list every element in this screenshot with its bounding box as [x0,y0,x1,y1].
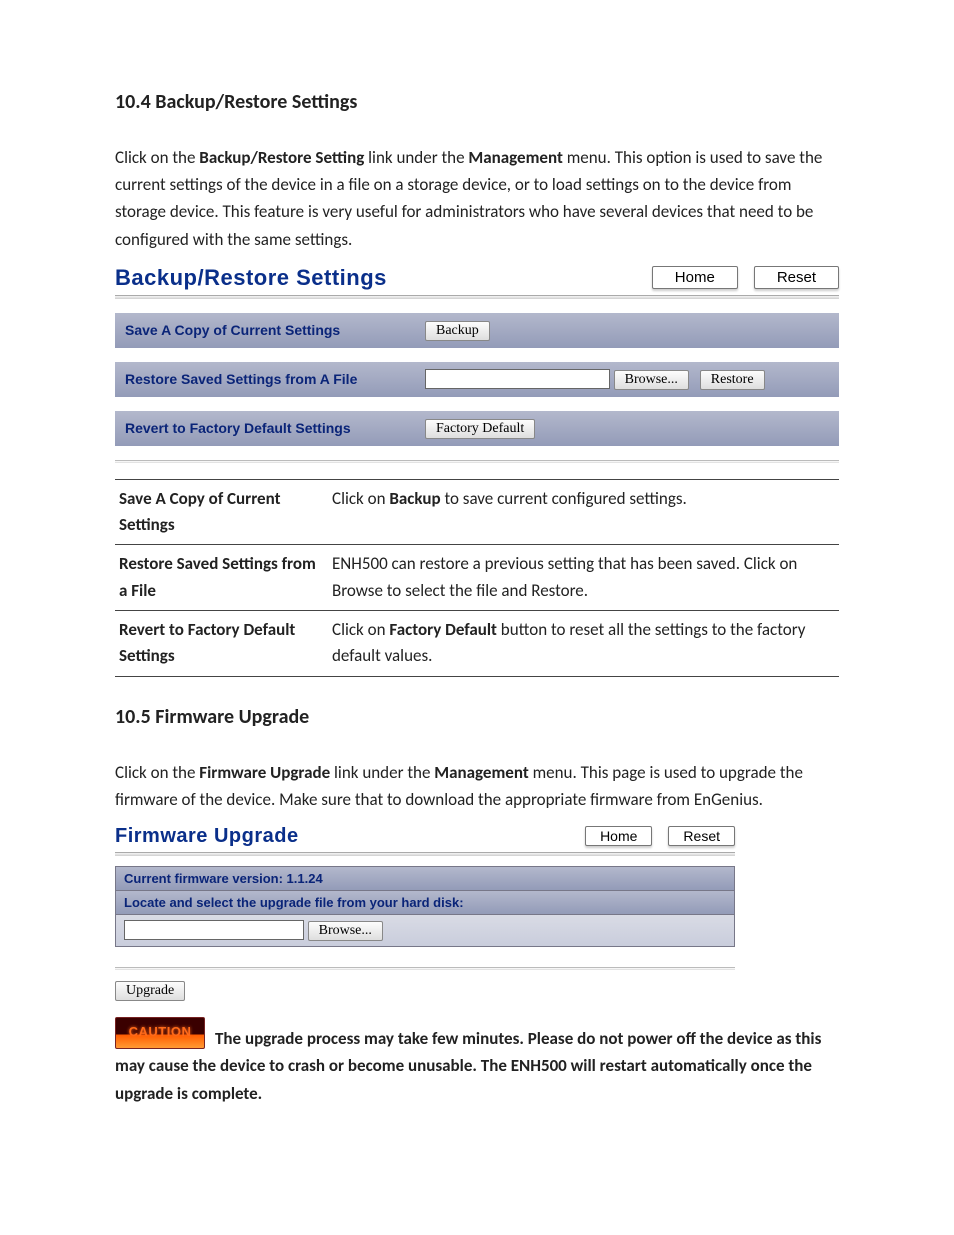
caution-text: The upgrade process may take few minutes… [115,1025,839,1107]
t: Click on the [115,147,199,168]
def-term-save: Save A Copy of Current Settings [115,479,328,545]
reset-button-fw[interactable]: Reset [668,826,735,846]
section-105-intro: Click on the Firmware Upgrade link under… [115,759,839,813]
definitions-table: Save A Copy of Current Settings Click on… [115,479,839,677]
restore-row: Restore Saved Settings from A File Brows… [115,362,839,397]
firmware-file-input[interactable] [124,920,304,940]
restore-file-input[interactable] [425,369,610,389]
restore-label: Restore Saved Settings from A File [115,362,415,397]
save-copy-label: Save A Copy of Current Settings [115,313,415,348]
t: link under the [330,762,434,783]
home-button-fw[interactable]: Home [585,826,652,846]
factory-default-button[interactable]: Factory Default [425,419,535,439]
def-term-revert: Revert to Factory Default Settings [115,611,328,677]
t-bold: Factory Default [389,619,497,640]
section-104-intro: Click on the Backup/Restore Setting link… [115,144,839,253]
divider [115,967,735,970]
revert-label: Revert to Factory Default Settings [115,411,415,446]
browse-button-fw[interactable]: Browse... [308,921,383,941]
divider [115,460,839,463]
section-heading-105: 10.5 Firmware Upgrade [115,705,839,729]
home-button[interactable]: Home [652,266,738,289]
restore-button[interactable]: Restore [700,370,765,390]
caution-icon: CAUTION [115,1017,205,1049]
t-bold: Management [468,147,562,168]
section-heading-104: 10.4 Backup/Restore Settings [115,90,839,114]
backup-restore-ui: Backup/Restore Settings Home Reset Save … [115,265,839,463]
reset-button[interactable]: Reset [754,266,839,289]
t-bold: Firmware Upgrade [199,762,330,783]
firmware-upgrade-ui: Firmware Upgrade Home Reset Current firm… [115,825,735,1001]
t: link under the [364,147,468,168]
firmware-version-label: Current firmware version: 1.1.24 [116,867,734,891]
revert-row: Revert to Factory Default Settings Facto… [115,411,839,446]
upgrade-button[interactable]: Upgrade [115,981,185,1001]
def-term-restore: Restore Saved Settings from a File [115,545,328,611]
t-bold: Management [434,762,528,783]
t-bold: Backup [389,488,440,509]
t: to save current configured settings. [441,488,687,509]
t: Click on the [115,762,199,783]
t: Click on [332,619,389,640]
divider [115,852,735,856]
ui-title-firmware: Firmware Upgrade [115,825,299,848]
t-bold: Backup/Restore Setting [199,147,364,168]
firmware-box: Current firmware version: 1.1.24 Locate … [115,866,735,947]
save-copy-row: Save A Copy of Current Settings Backup [115,313,839,348]
backup-button[interactable]: Backup [425,321,490,341]
divider [115,295,839,299]
def-desc-save: Click on Backup to save current configur… [328,479,839,545]
ui-title-backup: Backup/Restore Settings [115,265,387,291]
def-desc-revert: Click on Factory Default button to reset… [328,611,839,677]
caution-badge-text: CAUTION [116,1021,204,1043]
def-desc-restore: ENH500 can restore a previous setting th… [328,545,839,611]
t: Click on [332,488,389,509]
firmware-locate-label: Locate and select the upgrade file from … [116,891,734,915]
browse-button[interactable]: Browse... [614,370,689,390]
